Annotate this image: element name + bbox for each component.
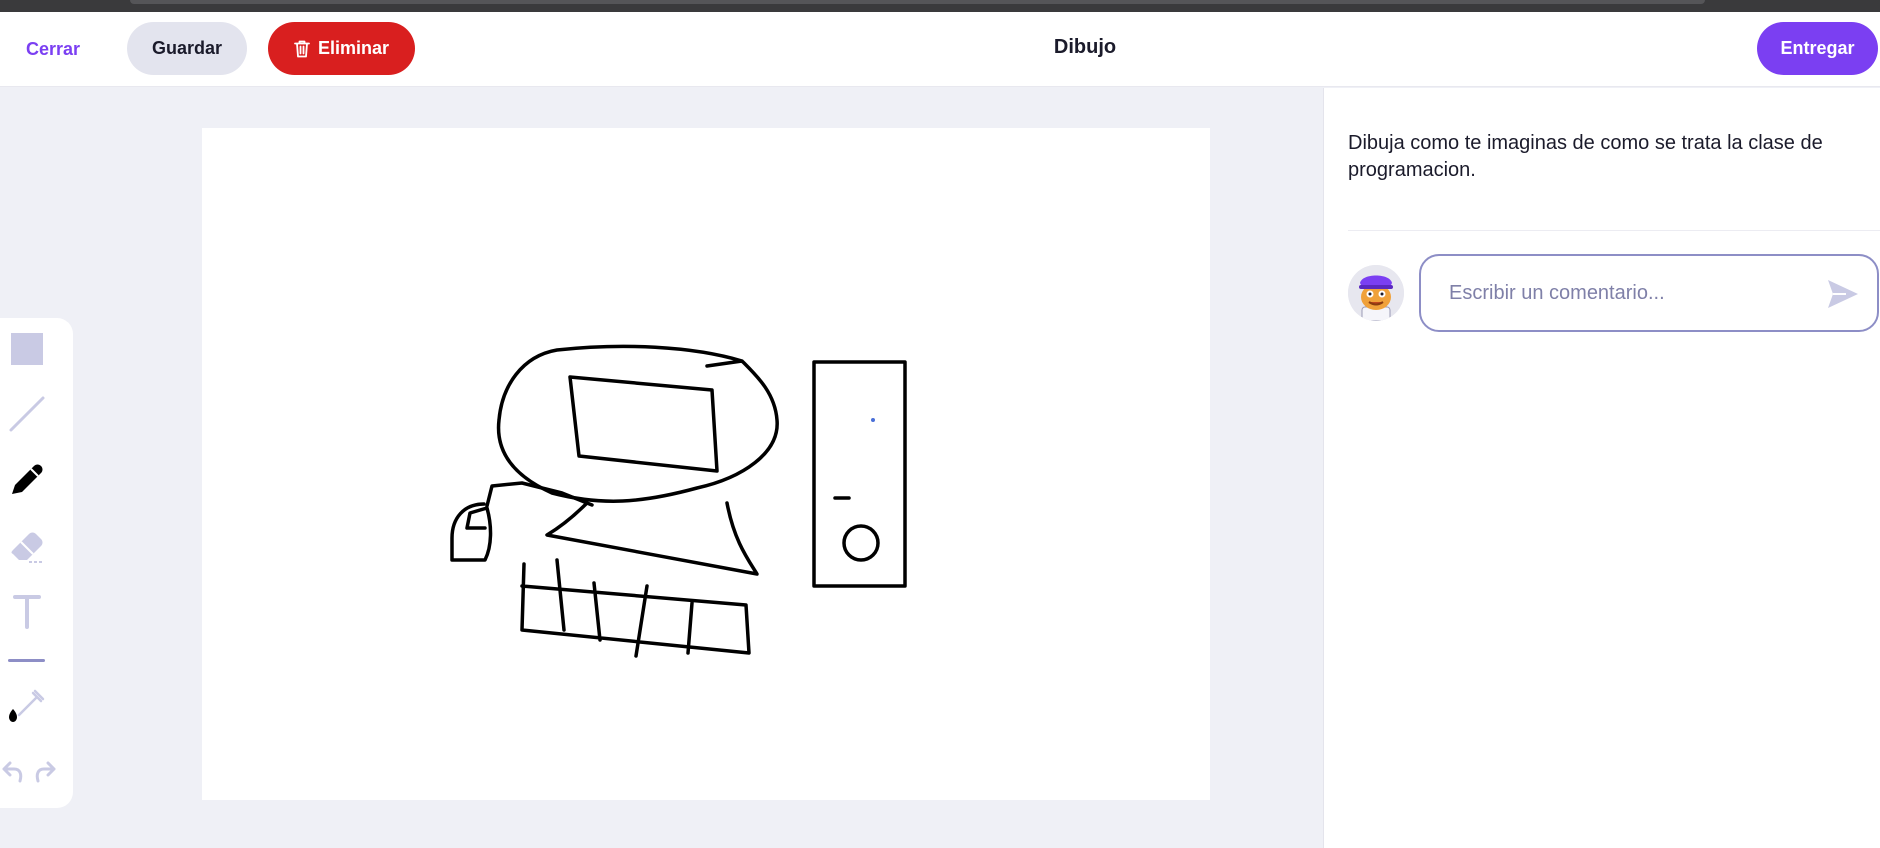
redo-button[interactable] [30,761,58,793]
mouse-stroke [450,502,493,562]
submit-button[interactable]: Entregar [1757,22,1878,75]
text-icon [13,595,41,629]
avatar [1348,265,1404,321]
eraser-tool[interactable] [6,525,48,567]
monitor-stand-stroke [545,501,759,576]
top-bar: Cerrar Guardar Eliminar Dibujo Entregar [0,12,1880,87]
user-drawing [450,344,907,658]
trash-icon [294,40,310,57]
cable-stroke [485,481,594,508]
tower-power-circle [842,524,880,562]
line-tool[interactable] [6,393,48,435]
monster-avatar-icon [1348,265,1404,321]
comment-input[interactable] [1449,274,1809,312]
monitor-screen-stroke [568,375,719,473]
drawing-canvas[interactable] [202,128,1210,800]
stroke-thickness-indicator[interactable] [8,659,45,662]
divider [1348,230,1880,231]
eraser-icon [11,532,43,563]
rectangle-tool[interactable] [6,328,48,370]
drawing-toolbar [0,318,73,808]
delete-button-label: Eliminar [317,38,390,58]
rectangle-icon [11,333,43,365]
comment-box [1419,254,1879,332]
undo-redo-group [0,761,60,793]
monitor-outline-stroke [496,344,779,503]
redo-icon [35,761,56,783]
task-prompt: Dibuja como te imaginas de como se trata… [1348,132,1823,181]
line-icon [9,396,45,432]
send-button[interactable] [1826,278,1860,310]
color-picker-tool[interactable] [6,682,48,724]
address-bar-edge [130,0,1705,4]
undo-icon [2,761,23,783]
save-button[interactable]: Guardar [127,22,247,75]
tower-outline [812,360,907,588]
pencil-icon [12,464,43,494]
browser-chrome-strip [0,0,1880,12]
pencil-tool[interactable] [6,458,48,500]
eyedropper-icon [9,689,45,722]
text-tool[interactable] [6,590,48,632]
blue-dot [871,418,875,422]
keyboard-stroke [520,558,751,658]
canvas-area [0,88,1323,848]
close-button[interactable]: Cerrar [16,34,90,64]
undo-button[interactable] [0,761,28,793]
side-panel: Dibuja como te imaginas de como se trata… [1323,88,1880,848]
delete-button[interactable]: Eliminar [268,22,415,75]
page-title: Dibujo [1053,36,1117,58]
send-icon [1828,280,1858,308]
